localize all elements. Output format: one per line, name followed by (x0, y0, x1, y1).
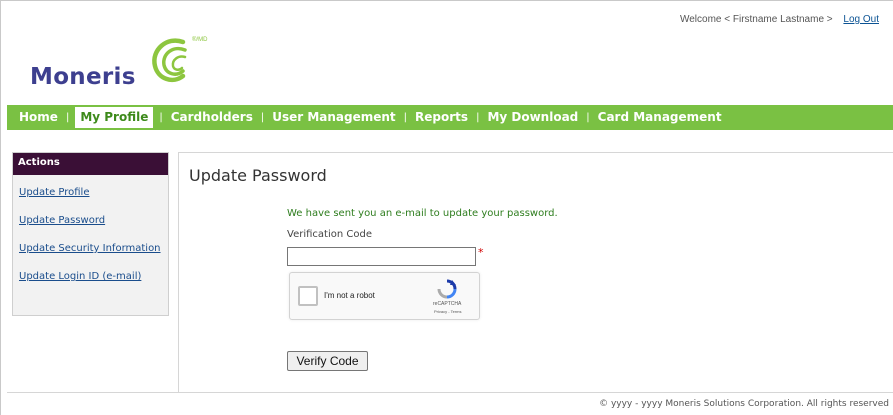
sidebar-heading: Actions (13, 153, 168, 175)
recaptcha-widget: I'm not a robot reCAPTCHA Privacy - Term… (289, 272, 480, 320)
logout-link[interactable]: Log Out (843, 14, 879, 25)
actions-sidebar: Actions Update Profile Update Password U… (12, 152, 169, 316)
update-profile-link[interactable]: Update Profile (19, 187, 90, 198)
info-message: We have sent you an e-mail to update you… (287, 208, 558, 219)
nav-reports[interactable]: Reports (409, 105, 474, 130)
nav-separator: | (586, 112, 590, 123)
main-nav: Home | My Profile | Cardholders | User M… (7, 105, 893, 130)
nav-separator: | (476, 112, 480, 123)
nav-home[interactable]: Home (7, 105, 64, 130)
recaptcha-terms[interactable]: Privacy - Terms (434, 309, 461, 314)
required-indicator: * (478, 246, 484, 259)
nav-user-management[interactable]: User Management (266, 105, 401, 130)
verification-code-label: Verification Code (287, 229, 372, 240)
footer-divider (7, 392, 893, 393)
moneris-logo[interactable]: Moneris ®/MD (30, 30, 230, 100)
nav-my-profile[interactable]: My Profile (75, 107, 154, 128)
registered-mark: ®/MD (192, 37, 208, 43)
nav-separator: | (260, 112, 265, 123)
nav-separator: | (159, 112, 163, 123)
logo-text: Moneris (30, 64, 136, 90)
sidebar-list: Update Profile Update Password Update Se… (13, 175, 168, 282)
welcome-text: Welcome < Firstname Lastname > (679, 14, 833, 25)
recaptcha-logo-icon (437, 279, 457, 299)
sidebar-item-update-password: Update Password (19, 215, 168, 226)
verify-code-button[interactable]: Verify Code (287, 351, 368, 371)
nav-separator: | (65, 112, 70, 123)
update-password-link[interactable]: Update Password (19, 215, 105, 226)
nav-separator: | (403, 112, 408, 123)
update-login-id-link[interactable]: Update Login ID (e-mail) (19, 271, 141, 282)
sidebar-item-update-login-id: Update Login ID (e-mail) (19, 271, 168, 282)
sidebar-item-update-security: Update Security Information (19, 243, 168, 254)
footer-copyright: © yyyy - yyyy Moneris Solutions Corporat… (599, 399, 889, 409)
welcome-bar: Welcome < Firstname Lastname > Log Out (680, 14, 879, 25)
moneris-swirl-icon (152, 38, 187, 83)
update-security-info-link[interactable]: Update Security Information (19, 243, 161, 254)
nav-my-download[interactable]: My Download (481, 105, 584, 130)
nav-cardholders[interactable]: Cardholders (165, 105, 259, 130)
recaptcha-label: I'm not a robot (324, 291, 375, 300)
recaptcha-brand: reCAPTCHA (433, 301, 462, 307)
verification-code-input[interactable] (287, 247, 476, 266)
page-title: Update Password (189, 166, 327, 185)
nav-card-management[interactable]: Card Management (592, 105, 728, 130)
sidebar-item-update-profile: Update Profile (19, 187, 168, 198)
main-content: Update Password We have sent you an e-ma… (178, 152, 893, 392)
recaptcha-checkbox[interactable] (298, 286, 318, 306)
